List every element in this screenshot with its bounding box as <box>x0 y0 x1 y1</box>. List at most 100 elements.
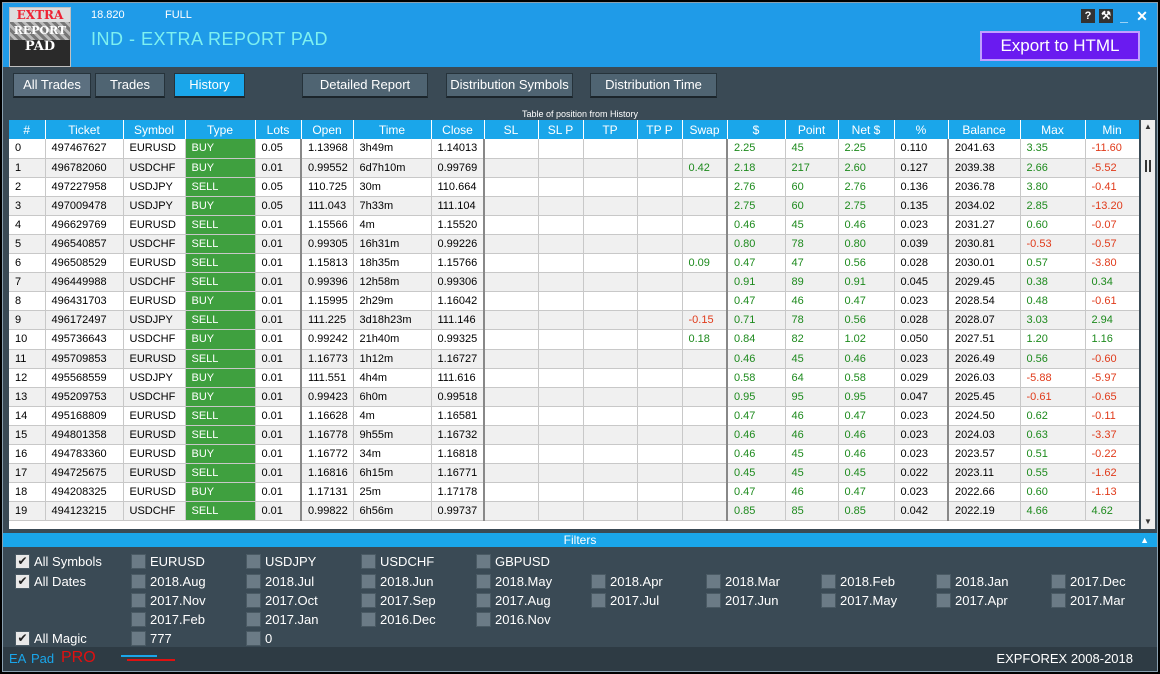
column-header[interactable]: Balance <box>948 120 1021 139</box>
checkbox-icon[interactable] <box>246 553 261 569</box>
filter-date[interactable]: 2018.Jul <box>246 573 314 589</box>
column-header[interactable]: Close <box>431 120 485 139</box>
column-header[interactable]: Min <box>1085 120 1139 139</box>
filter-date[interactable]: 2017.Mar <box>1051 592 1125 608</box>
column-header[interactable]: # <box>9 120 46 139</box>
table-row[interactable]: 2 497227958 USDJPY SELL 0.05 110.725 30m 110.66… <box>9 177 1139 197</box>
table-row[interactable]: 8 496431703 EURUSD BUY 0.01 1.15995 2h29m 1.160… <box>9 291 1139 312</box>
column-header[interactable]: Type <box>185 120 256 139</box>
checkbox-icon[interactable] <box>706 573 721 589</box>
table-row[interactable]: 17 494725675 EURUSD SELL 0.01 1.16816 6h15m 1.1… <box>9 463 1139 484</box>
tab-distribution-symbols[interactable]: Distribution Symbols <box>446 73 573 98</box>
filter-date[interactable]: 2018.Mar <box>706 573 780 589</box>
column-header[interactable]: % <box>894 120 949 139</box>
filters-bar[interactable]: Filters ▲ <box>3 533 1157 547</box>
checkbox-icon[interactable] <box>246 611 261 627</box>
filter-date[interactable]: 2017.Dec <box>1051 573 1126 589</box>
column-header[interactable]: Swap <box>682 120 728 139</box>
table-row[interactable]: 15 494801358 EURUSD SELL 0.01 1.16778 9h55m 1.1… <box>9 425 1139 446</box>
filter-date[interactable]: 2017.Jul <box>591 592 659 608</box>
checkbox-icon[interactable] <box>246 592 261 608</box>
filter-symbol[interactable]: USDJPY <box>246 553 316 569</box>
checkbox-icon[interactable] <box>476 553 491 569</box>
settings-icon[interactable]: ⚒ <box>1099 9 1113 23</box>
table-row[interactable]: 0 497467627 EURUSD BUY 0.05 1.13968 3h49m 1.140… <box>9 139 1139 159</box>
export-html-button[interactable]: Export to HTML <box>980 31 1140 61</box>
column-header[interactable]: Point <box>785 120 839 139</box>
checkbox-icon[interactable] <box>591 592 606 608</box>
filter-magic[interactable]: 777 <box>131 630 172 646</box>
table-row[interactable]: 12 495568559 USDJPY BUY 0.01 111.551 4h4m 111.6… <box>9 368 1139 388</box>
checkbox-icon[interactable] <box>246 573 261 589</box>
filter-date[interactable]: 2017.Aug <box>476 592 551 608</box>
tab-distribution-time[interactable]: Distribution Time <box>590 73 717 98</box>
help-icon[interactable]: ? <box>1081 9 1095 23</box>
checkbox-icon[interactable] <box>131 611 146 627</box>
checkbox-icon[interactable] <box>936 573 951 589</box>
column-header[interactable]: Max <box>1020 120 1086 139</box>
filter-all-magic[interactable]: ✔ All Magic <box>15 630 87 646</box>
column-header[interactable]: Net $ <box>838 120 895 139</box>
checkbox-icon[interactable] <box>361 592 376 608</box>
filter-date[interactable]: 2017.Feb <box>131 611 205 627</box>
filter-date[interactable]: 2017.Jan <box>246 611 319 627</box>
collapse-up-icon[interactable]: ▲ <box>1140 533 1149 547</box>
table-row[interactable]: 4 496629769 EURUSD SELL 0.01 1.15566 4m 1.15520… <box>9 215 1139 235</box>
filter-date[interactable]: 2017.Nov <box>131 592 206 608</box>
checkbox-icon[interactable] <box>361 553 376 569</box>
table-row[interactable]: 3 497009478 USDJPY BUY 0.05 111.043 7h33m 111.1… <box>9 196 1139 216</box>
column-header[interactable]: SL P <box>538 120 584 139</box>
checkbox-icon[interactable] <box>476 592 491 608</box>
checkbox-checked-icon[interactable]: ✔ <box>15 573 30 589</box>
filter-all-dates[interactable]: ✔ All Dates <box>15 573 86 589</box>
table-row[interactable]: 14 495168809 EURUSD SELL 0.01 1.16628 4m 1.1658… <box>9 406 1139 426</box>
filter-date[interactable]: 2018.May <box>476 573 552 589</box>
minimize-icon[interactable]: _ <box>1117 9 1131 23</box>
table-row[interactable]: 13 495209753 USDCHF BUY 0.01 0.99423 6h0m 0.995… <box>9 387 1139 407</box>
filter-all-symbols[interactable]: ✔ All Symbols <box>15 553 102 569</box>
checkbox-checked-icon[interactable]: ✔ <box>15 553 30 569</box>
filter-symbol[interactable]: GBPUSD <box>476 553 550 569</box>
checkbox-icon[interactable] <box>131 573 146 589</box>
checkbox-icon[interactable] <box>706 592 721 608</box>
checkbox-icon[interactable] <box>131 630 146 646</box>
filter-symbol[interactable]: USDCHF <box>361 553 434 569</box>
checkbox-icon[interactable] <box>1051 592 1066 608</box>
checkbox-checked-icon[interactable]: ✔ <box>15 630 30 646</box>
close-icon[interactable]: ✕ <box>1135 9 1149 23</box>
checkbox-icon[interactable] <box>591 573 606 589</box>
table-row[interactable]: 5 496540857 USDCHF SELL 0.01 0.99305 16h31m 0.9… <box>9 234 1139 255</box>
column-header[interactable]: Open <box>301 120 354 139</box>
table-row[interactable]: 1 496782060 USDCHF BUY 0.01 0.99552 6d7h10m 0.9… <box>9 158 1139 178</box>
column-header[interactable]: Lots <box>255 120 302 139</box>
filter-date[interactable]: 2018.Feb <box>821 573 895 589</box>
tab-trades[interactable]: Trades <box>95 73 165 98</box>
tab-history[interactable]: History <box>174 73 245 98</box>
table-scrollbar[interactable]: ▲ ▼ <box>1141 120 1155 529</box>
filter-date[interactable]: 2016.Dec <box>361 611 436 627</box>
table-row[interactable]: 16 494783360 EURUSD BUY 0.01 1.16772 34m 1.1681… <box>9 444 1139 465</box>
checkbox-icon[interactable] <box>821 573 836 589</box>
filter-date[interactable]: 2017.May <box>821 592 897 608</box>
tab-detailed-report[interactable]: Detailed Report <box>302 73 428 98</box>
table-row[interactable]: 11 495709853 EURUSD SELL 0.01 1.16773 1h12m 1.1… <box>9 349 1139 369</box>
table-row[interactable]: 18 494208325 EURUSD BUY 0.01 1.17131 25m 1.1717… <box>9 482 1139 503</box>
column-header[interactable]: $ <box>727 120 786 139</box>
filter-date[interactable]: 2017.Sep <box>361 592 436 608</box>
table-row[interactable]: 9 496172497 USDJPY SELL 0.01 111.225 3d18h23m 1… <box>9 310 1139 331</box>
table-row[interactable]: 19 494123215 USDCHF SELL 0.01 0.99822 6h56m 0.9… <box>9 501 1139 522</box>
table-row[interactable]: 6 496508529 EURUSD SELL 0.01 1.15813 18h35m 1.1… <box>9 253 1139 274</box>
column-header[interactable]: TP P <box>637 120 683 139</box>
column-header[interactable]: Symbol <box>123 120 186 139</box>
filter-date[interactable]: 2016.Nov <box>476 611 551 627</box>
filter-magic[interactable]: 0 <box>246 630 272 646</box>
filter-symbol[interactable]: EURUSD <box>131 553 205 569</box>
column-header[interactable]: SL <box>484 120 539 139</box>
filter-date[interactable]: 2017.Jun <box>706 592 779 608</box>
tab-all-trades[interactable]: All Trades <box>13 73 91 98</box>
filter-date[interactable]: 2018.Jan <box>936 573 1009 589</box>
checkbox-icon[interactable] <box>821 592 836 608</box>
checkbox-icon[interactable] <box>361 573 376 589</box>
checkbox-icon[interactable] <box>131 553 146 569</box>
filter-date[interactable]: 2018.Jun <box>361 573 434 589</box>
